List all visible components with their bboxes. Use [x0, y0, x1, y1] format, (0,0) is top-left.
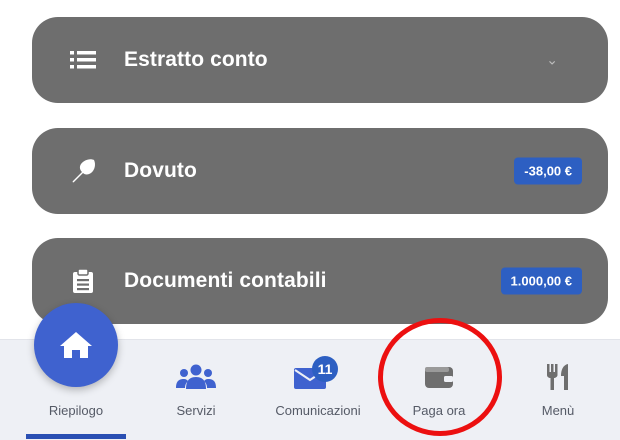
list-icon — [70, 47, 96, 73]
envelope-icon: 11 — [290, 356, 338, 394]
pin-icon — [70, 158, 96, 184]
dovuto-amount-badge: -38,00 € — [514, 157, 582, 185]
utensils-icon — [538, 360, 578, 394]
unread-count-badge: 11 — [312, 356, 338, 382]
nav-item-paga-ora[interactable]: Paga ora — [377, 340, 501, 440]
nav-item-comunicazioni[interactable]: 11 Comunicazioni — [256, 340, 380, 440]
estratto-conto-title: Estratto conto — [124, 48, 268, 71]
dovuto-title: Dovuto — [124, 159, 197, 182]
active-tab-indicator — [26, 434, 126, 439]
home-button[interactable] — [34, 303, 118, 387]
clipboard-icon — [70, 268, 96, 294]
documenti-contabili-title: Documenti contabili — [124, 269, 327, 292]
nav-label-menu: Menù — [541, 403, 575, 418]
documenti-amount-badge: 1.000,00 € — [500, 267, 582, 295]
nav-item-servizi[interactable]: Servizi — [134, 340, 258, 440]
dovuto-card[interactable]: Dovuto -38,00 € — [32, 128, 608, 214]
home-icon — [60, 332, 92, 358]
nav-label-paga-ora: Paga ora — [412, 403, 466, 418]
documenti-contabili-card[interactable]: Documenti contabili 1.000,00 € — [32, 238, 608, 324]
nav-item-menu[interactable]: Menù — [496, 340, 620, 440]
users-icon — [176, 360, 216, 394]
chevron-down-icon[interactable]: ⌄ — [546, 52, 558, 69]
wallet-icon — [419, 360, 459, 394]
nav-label-comunicazioni: Comunicazioni — [275, 403, 361, 418]
nav-label-riepilogo: Riepilogo — [48, 403, 104, 418]
nav-label-servizi: Servizi — [176, 403, 216, 418]
estratto-conto-card[interactable]: Estratto conto ⌄ — [32, 17, 608, 103]
